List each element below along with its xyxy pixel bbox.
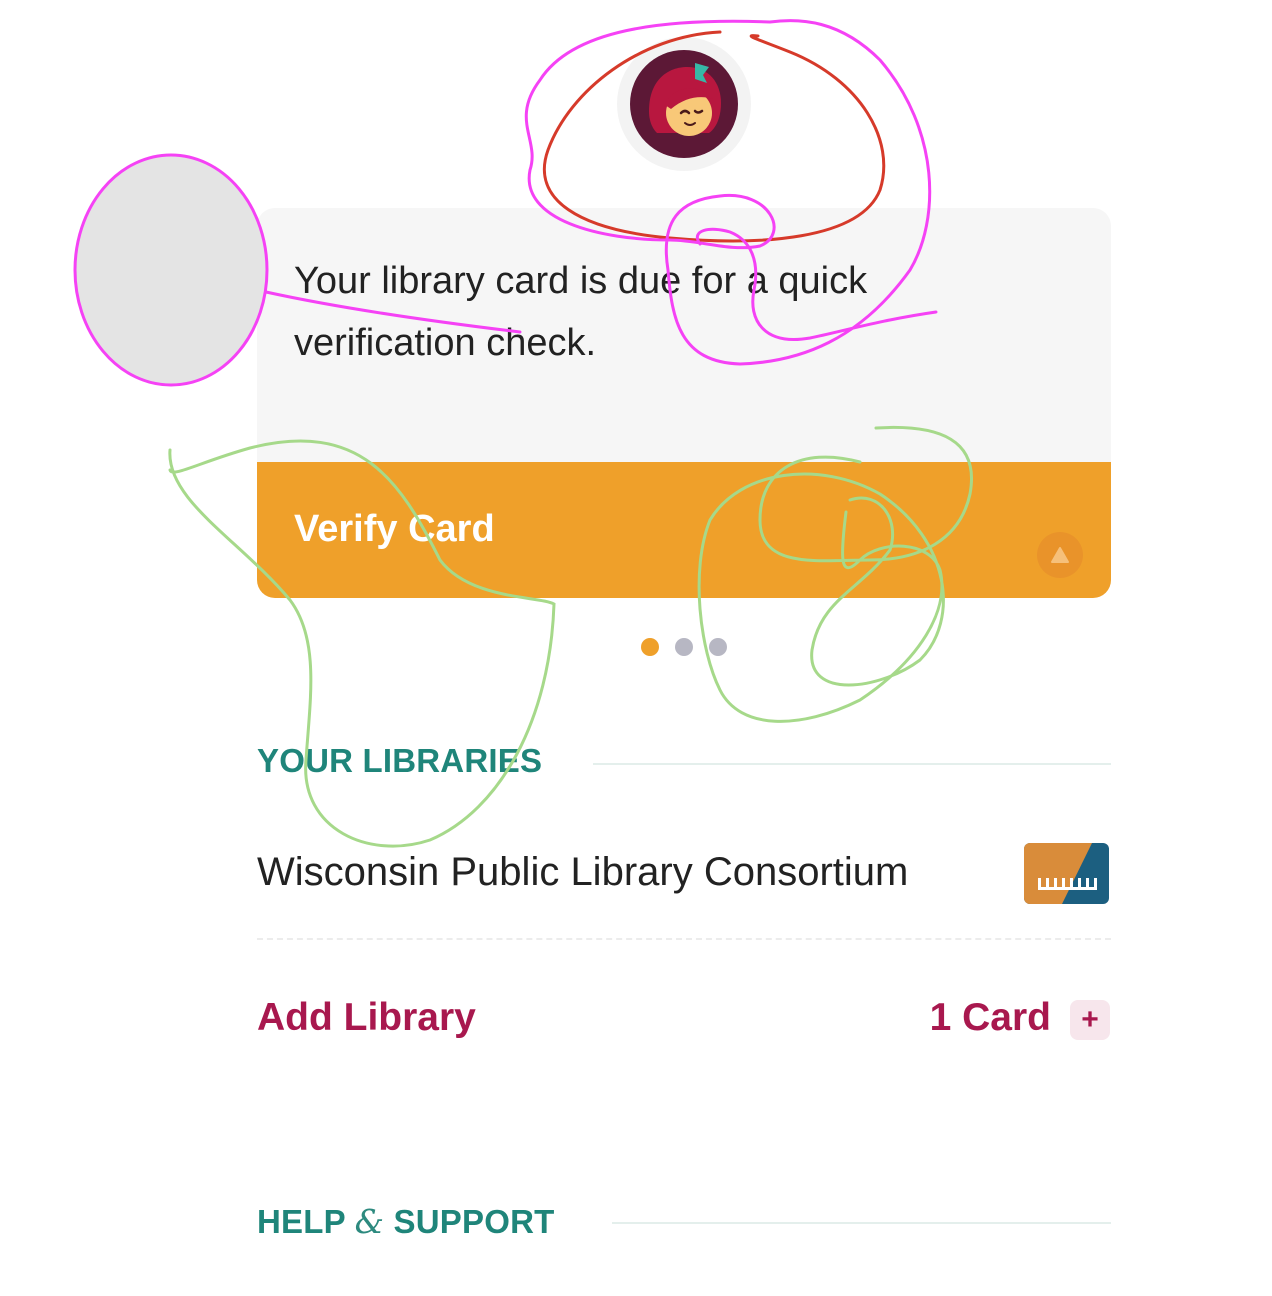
library-card-icon[interactable]	[1024, 843, 1109, 904]
verification-message: Your library card is due for a quick ver…	[294, 260, 868, 364]
caret-up-icon[interactable]	[1037, 532, 1083, 578]
verification-card: Your library card is due for a quick ver…	[257, 208, 1111, 598]
row-divider	[257, 938, 1111, 940]
help-heading-part: HELP	[257, 1203, 355, 1240]
verify-card-label: Verify Card	[294, 508, 495, 550]
annotation-overlay	[73, 19, 973, 848]
pager-dot-active[interactable]	[641, 638, 659, 656]
libby-logo-icon	[617, 37, 751, 171]
section-divider	[593, 763, 1111, 765]
help-support-heading: HELP & SUPPORT	[257, 1202, 554, 1241]
verify-card-button[interactable]: Verify Card	[257, 462, 1111, 598]
library-name: Wisconsin Public Library Consortium	[257, 850, 909, 894]
add-card-plus-icon[interactable]: +	[1070, 1000, 1110, 1040]
pager-dot[interactable]	[709, 638, 727, 656]
section-divider	[612, 1222, 1111, 1224]
ampersand: &	[354, 1202, 385, 1241]
support-heading-part: SUPPORT	[384, 1203, 555, 1240]
your-libraries-heading: YOUR LIBRARIES	[257, 742, 543, 779]
annotation-gray-ellipse	[73, 153, 269, 387]
pager-dot[interactable]	[675, 638, 693, 656]
library-item[interactable]: Wisconsin Public Library Consortium	[257, 830, 1111, 920]
add-library-link[interactable]: Add Library	[257, 996, 476, 1040]
card-count-link[interactable]: 1 Card	[930, 996, 1051, 1040]
